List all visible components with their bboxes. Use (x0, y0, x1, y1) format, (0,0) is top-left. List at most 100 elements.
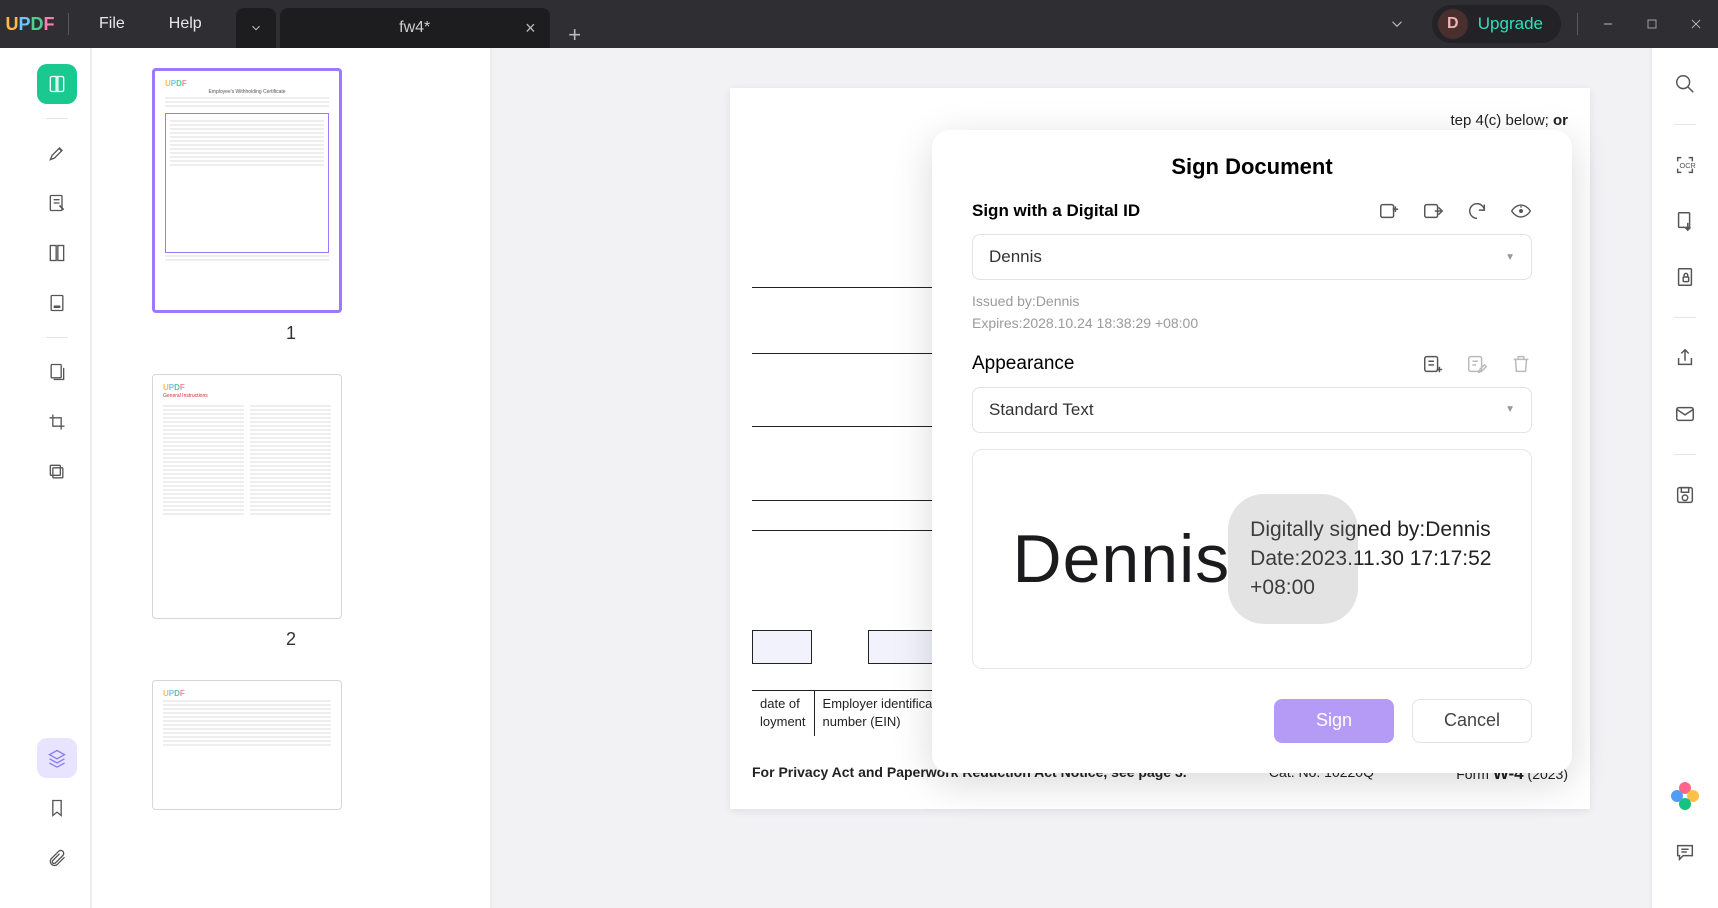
svg-text:OCR: OCR (1680, 161, 1696, 170)
crop-tool[interactable] (37, 402, 77, 442)
section-appearance-label: Appearance (972, 353, 1422, 375)
info-eye-icon (1510, 200, 1532, 222)
convert-button[interactable] (1665, 201, 1705, 241)
appearance-value: Standard Text (989, 400, 1094, 420)
menu-help[interactable]: Help (147, 15, 224, 33)
tab-strip: fw4* × + (236, 0, 590, 48)
book-icon (47, 74, 67, 94)
bookmark-tool[interactable] (37, 788, 77, 828)
highlight-tool[interactable] (37, 133, 77, 173)
marker-icon (47, 143, 67, 163)
ai-button[interactable] (1665, 776, 1705, 816)
avatar: D (1438, 9, 1468, 39)
form-icon (47, 293, 67, 313)
watermark-tool[interactable] (37, 452, 77, 492)
share-icon (1674, 347, 1696, 369)
flower-icon (1673, 784, 1697, 808)
reader-tool[interactable] (37, 64, 77, 104)
thumbnail-2[interactable]: UPDF General Instructions (152, 374, 342, 619)
bookmark-icon (47, 798, 67, 818)
thumbnail-3[interactable]: UPDF (152, 680, 342, 810)
tab-home[interactable] (236, 8, 276, 48)
tab-active[interactable]: fw4* × (280, 8, 550, 48)
save-button[interactable] (1665, 475, 1705, 515)
share-button[interactable] (1665, 338, 1705, 378)
tab-label: fw4* (399, 19, 430, 37)
upgrade-label: Upgrade (1478, 14, 1543, 34)
ocr-icon: OCR (1674, 154, 1696, 176)
preview-watermark (1228, 494, 1358, 624)
close-icon[interactable]: × (525, 18, 536, 39)
caret-down-icon (249, 21, 263, 35)
menu-file[interactable]: File (77, 15, 147, 33)
document-viewport[interactable]: tep 4(c) below; or e on Form W-4 for the… (492, 48, 1650, 908)
divider (68, 13, 69, 35)
stack-icon (47, 462, 67, 482)
caret-down-icon: ▼ (1505, 252, 1515, 263)
appearance-select[interactable]: Standard Text ▼ (972, 387, 1532, 433)
refresh-icon (1466, 200, 1488, 222)
search-button[interactable] (1665, 64, 1705, 104)
app-logo: UPDF (0, 0, 60, 48)
delete-appearance-button[interactable] (1510, 353, 1532, 375)
new-id-button[interactable] (1378, 200, 1400, 222)
section-digital-id-label: Sign with a Digital ID (972, 201, 1378, 221)
organize-tool[interactable] (37, 352, 77, 392)
trash-icon (1510, 353, 1532, 375)
comment-icon (1674, 841, 1696, 863)
add-note-icon (1422, 353, 1444, 375)
lock-file-icon (1674, 266, 1696, 288)
attachment-tool[interactable] (37, 838, 77, 878)
import-card-icon (1422, 200, 1444, 222)
refresh-button[interactable] (1466, 200, 1488, 222)
digital-id-value: Dennis (989, 247, 1042, 267)
paperclip-icon (47, 848, 67, 868)
pages-tool[interactable] (37, 233, 77, 273)
upgrade-pill[interactable]: D Upgrade (1432, 5, 1561, 43)
import-id-button[interactable] (1422, 200, 1444, 222)
layers-icon (47, 748, 67, 768)
layers-tool[interactable] (37, 738, 77, 778)
thumbnail-1-label: 1 (152, 323, 430, 344)
preview-name: Dennis (1013, 520, 1231, 598)
thumbnail-1[interactable]: UPDF Employee's Withholding Certificate (152, 68, 342, 313)
new-tab-button[interactable]: + (560, 22, 590, 48)
expires-label: Expires:2028.10.24 18:38:29 +08:00 (972, 312, 1532, 334)
edit-tool[interactable] (37, 183, 77, 223)
edit-page-icon (47, 193, 67, 213)
workspace: UPDF Employee's Withholding Certificate … (0, 48, 1718, 908)
edit-appearance-button[interactable] (1466, 353, 1488, 375)
title-bar: UPDF File Help fw4* × + D Upgrade (0, 0, 1718, 48)
window-maximize[interactable] (1630, 0, 1674, 48)
save-icon (1674, 484, 1696, 506)
tabs-dropdown[interactable] (1382, 9, 1412, 39)
crop-icon (47, 412, 67, 432)
signature-preview: Dennis Digitally signed by:Dennis Date:2… (972, 449, 1532, 669)
thumbnail-panel: UPDF Employee's Withholding Certificate … (92, 48, 492, 908)
comment-button[interactable] (1665, 832, 1705, 872)
caret-down-icon: ▼ (1505, 404, 1515, 415)
pages-icon (47, 243, 67, 263)
window-close[interactable] (1674, 0, 1718, 48)
left-toolbar (24, 48, 92, 908)
edit-note-icon (1466, 353, 1488, 375)
issued-by-label: Issued by:Dennis (972, 290, 1532, 312)
add-appearance-button[interactable] (1422, 353, 1444, 375)
sign-button[interactable]: Sign (1274, 699, 1394, 743)
protect-button[interactable] (1665, 257, 1705, 297)
ocr-button[interactable]: OCR (1665, 145, 1705, 185)
info-button[interactable] (1510, 200, 1532, 222)
arrange-icon (47, 362, 67, 382)
cancel-button[interactable]: Cancel (1412, 699, 1532, 743)
dialog-title: Sign Document (972, 154, 1532, 180)
form-tool[interactable] (37, 283, 77, 323)
digital-id-select[interactable]: Dennis ▼ (972, 234, 1532, 280)
window-minimize[interactable] (1586, 0, 1630, 48)
search-icon (1674, 73, 1696, 95)
divider (1577, 13, 1578, 35)
right-toolbar: OCR (1650, 48, 1718, 908)
chevron-down-icon (1388, 15, 1406, 33)
convert-icon (1674, 210, 1696, 232)
sign-document-dialog: Sign Document Sign with a Digital ID Den… (932, 130, 1572, 773)
email-button[interactable] (1665, 394, 1705, 434)
